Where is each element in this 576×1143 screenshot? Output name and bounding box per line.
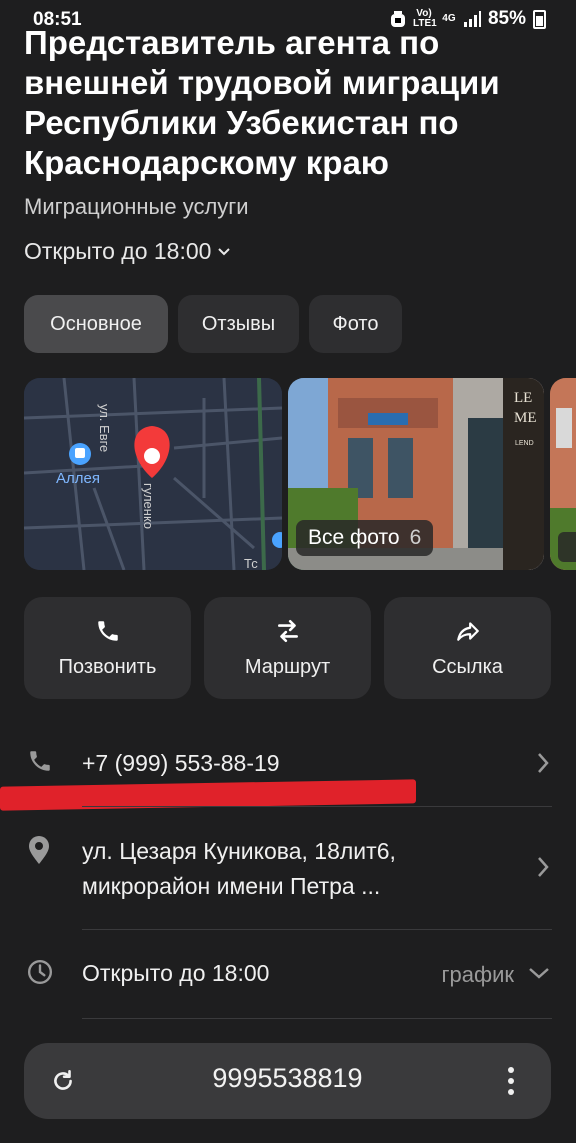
clock-icon (27, 959, 53, 985)
address-line-1: ул. Цезаря Куникова, 18лит6, (82, 838, 396, 864)
route-button-label: Маршрут (244, 655, 331, 678)
divider (82, 806, 552, 807)
map-street-label-1: ул. Евге (97, 404, 112, 453)
place-category: Миграционные услуги (24, 194, 249, 219)
hours-row-text: Открыто до 18:00 (82, 960, 270, 986)
tab-photos[interactable]: Фото (309, 295, 402, 353)
all-photos-label: Все фото (308, 526, 400, 549)
tab-reviews[interactable]: Отзывы (178, 295, 299, 353)
share-icon (456, 621, 479, 641)
schedule-label: график (441, 962, 514, 987)
map-street-label-3: Тс (244, 556, 258, 570)
map-street-label-2: гуленко (141, 483, 156, 530)
all-photos-button[interactable]: Все фото 6 (296, 520, 434, 556)
phone-icon (97, 620, 118, 641)
call-button[interactable]: Позвонить (24, 597, 191, 699)
share-button[interactable]: Ссылка (384, 597, 551, 699)
chevron-right-icon (538, 857, 549, 877)
photo-thumbnail[interactable]: LE ME LEND Все фото 6 (288, 378, 544, 570)
place-title: Представитель агента по внешней трудовой… (24, 24, 500, 181)
photo-sign-small: LEND (515, 440, 534, 447)
search-query[interactable]: 9995538819 (24, 1063, 551, 1094)
address-row[interactable]: ул. Цезаря Куникова, 18лит6, микрорайон … (0, 830, 576, 910)
map-poi-label: Аллея (56, 470, 100, 487)
search-bar[interactable]: 9995538819 (24, 1043, 551, 1119)
photo-sign-text: LE ME (514, 390, 537, 426)
divider (82, 1018, 552, 1019)
chevron-right-icon (538, 753, 549, 773)
route-button[interactable]: Маршрут (204, 597, 371, 699)
hours-toggle[interactable]: Открыто до 18:00 (24, 238, 231, 265)
phone-number: +7 (999) 553-88-19 (82, 750, 280, 776)
photo-thumbnail-2[interactable] (550, 378, 576, 570)
map-thumbnail[interactable]: Аллея ул. Евге гуленко Тс (24, 378, 282, 570)
route-icon (277, 619, 298, 642)
tabs: Основное Отзывы Фото (24, 295, 402, 353)
phone-icon (30, 751, 50, 771)
divider (82, 929, 552, 930)
address-line-2: микрорайон имени Петра ... (82, 873, 381, 899)
call-button-label: Позвонить (58, 655, 157, 678)
media-strip: Аллея ул. Евге гуленко Тс LE ME LEND Все… (24, 378, 576, 570)
hours-row[interactable]: Открыто до 18:00 график (0, 950, 576, 1000)
chevron-down-icon (218, 247, 231, 255)
chevron-down-icon (529, 968, 549, 979)
action-buttons: Позвонить Маршрут Ссылка (24, 597, 551, 699)
location-pin-icon (29, 836, 49, 864)
hours-text: Открыто до 18:00 (24, 238, 212, 264)
photo-image-2 (550, 378, 576, 570)
photos-count: 6 (409, 526, 422, 549)
share-button-label: Ссылка (432, 655, 503, 678)
more-menu-icon[interactable] (507, 1066, 515, 1096)
tab-main[interactable]: Основное (24, 295, 168, 353)
